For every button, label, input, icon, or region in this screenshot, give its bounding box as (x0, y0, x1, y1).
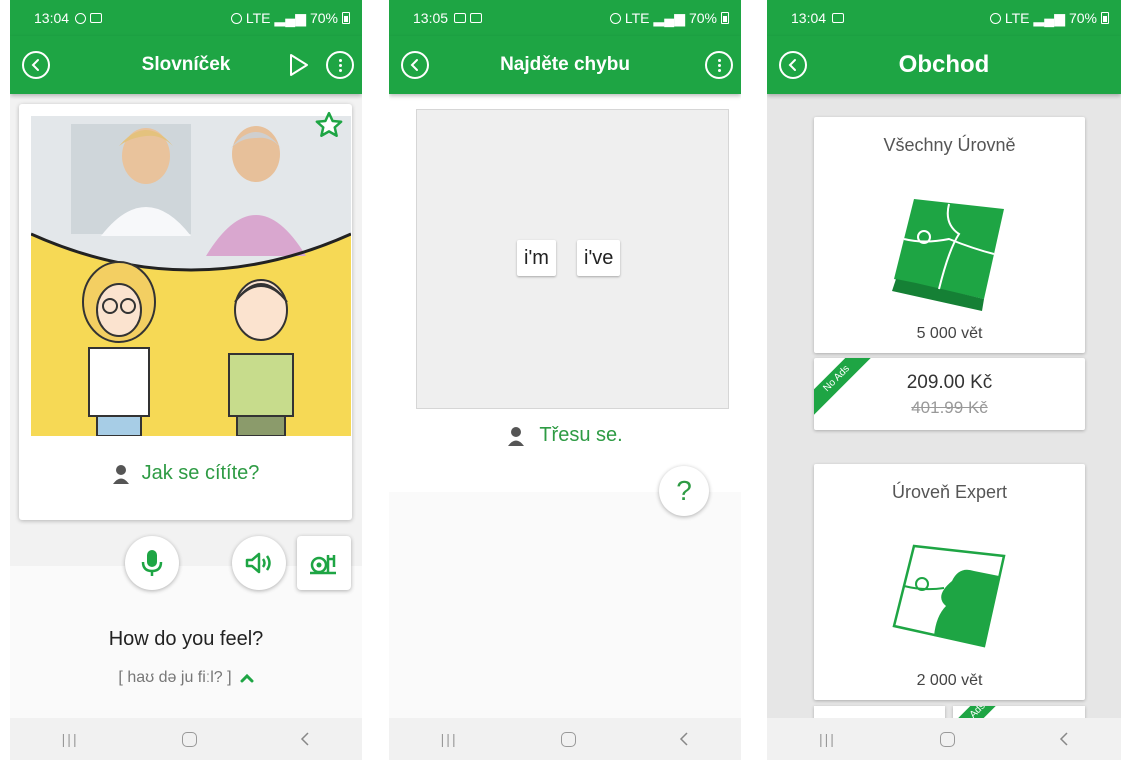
more-options-button[interactable] (705, 51, 733, 79)
product-sentence-count: 2 000 vět (916, 672, 983, 689)
app-bar: Najděte chybu (389, 36, 741, 94)
product-sentence-count: 5 000 vět (916, 325, 983, 342)
system-nav-bar: ||| (389, 718, 741, 760)
battery-level: 70% (688, 10, 717, 26)
status-bar: 13:04 LTE ▂▄▆ 70% (767, 0, 1121, 36)
chevron-up-icon[interactable] (240, 673, 254, 683)
message-icon (90, 13, 103, 23)
more-options-button[interactable] (326, 51, 354, 79)
puzzle-full-icon (892, 199, 1004, 311)
page-title: Obchod (898, 51, 990, 78)
recent-apps-button[interactable]: ||| (62, 731, 79, 747)
system-nav-bar: ||| (10, 718, 362, 760)
speaker-icon (245, 552, 271, 574)
play-button[interactable] (288, 53, 310, 77)
pronunciation-text: [ haʊ də ju fiːl? ] (118, 669, 232, 686)
recent-apps-button[interactable]: ||| (441, 731, 458, 747)
home-button[interactable] (181, 731, 197, 747)
answer-box[interactable] (416, 109, 729, 409)
back-button[interactable] (401, 51, 429, 79)
battery-icon (342, 12, 350, 24)
notification-icon (75, 12, 87, 24)
phone-screen-dictionary: 13:04 LTE ▂▄▆ 70% Slovníček Jak se cítít… (10, 0, 362, 760)
back-nav-icon[interactable] (1059, 732, 1069, 746)
phone-screen-shop: 13:04 LTE ▂▄▆ 70% Obchod Všechny Úrovně (767, 0, 1121, 760)
product-card-expert[interactable]: Úroveň Expert 2 000 vět (814, 464, 1085, 700)
hint-button[interactable]: ? (659, 466, 709, 516)
home-button[interactable] (939, 731, 955, 747)
network-type: LTE (624, 10, 650, 26)
message-icon (470, 13, 483, 23)
product-name: Úroveň Expert (891, 482, 1008, 502)
back-icon (788, 59, 796, 71)
alarm-icon (989, 12, 1001, 24)
sentence-row: Třesu se. (389, 424, 741, 447)
network-type: LTE (245, 10, 271, 26)
star-icon (315, 111, 343, 137)
status-time: 13:04 (791, 10, 827, 26)
gallery-icon (454, 13, 467, 23)
price-card[interactable]: No Ads 209.00 Kč 401.99 Kč (814, 358, 1085, 430)
back-icon (410, 59, 418, 71)
phone-screen-find-error: 13:05 LTE ▂▄▆ 70% Najděte chybu i'm i've… (389, 0, 741, 760)
price-current: 209.00 Kč (906, 372, 993, 393)
screens: 13:04 LTE ▂▄▆ 70% Slovníček Jak se cítít… (0, 0, 1121, 760)
back-nav-icon[interactable] (300, 732, 310, 746)
alarm-icon (230, 12, 242, 24)
message-icon (832, 13, 845, 23)
more-icon (338, 58, 342, 72)
app-bar: Slovníček (10, 36, 362, 94)
status-bar: 13:05 LTE ▂▄▆ 70% (389, 0, 741, 36)
phrase-text: Jak se cítíte? (141, 462, 260, 484)
speaker-person-icon (112, 464, 129, 484)
status-time: 13:04 (34, 10, 70, 26)
battery-icon (721, 12, 729, 24)
translation-text: How do you feel? (108, 628, 264, 650)
doctor-patient-image (31, 116, 351, 436)
pronunciation-row: [ haʊ də ju fiːl? ] (10, 669, 362, 687)
record-button[interactable] (125, 536, 179, 590)
signal-icon: ▂▄▆ (274, 9, 306, 26)
speaker-person-icon (508, 426, 525, 446)
battery-icon (1101, 12, 1109, 24)
microphone-icon (141, 550, 163, 576)
puzzle-partial-icon (892, 544, 1006, 648)
phrase-illustration (31, 116, 351, 436)
play-icon (290, 54, 308, 76)
listen-button[interactable] (232, 536, 286, 590)
back-icon (31, 59, 39, 71)
product-card-all-levels[interactable]: Všechny Úrovně 5 000 vět (814, 117, 1085, 353)
sentence-text: Třesu se. (539, 424, 623, 446)
status-bar: 13:04 LTE ▂▄▆ 70% (10, 0, 362, 36)
signal-icon: ▂▄▆ (653, 9, 685, 26)
status-time: 13:05 (413, 10, 449, 26)
back-nav-icon[interactable] (679, 732, 689, 746)
home-button[interactable] (560, 731, 576, 747)
slow-playback-icon (310, 555, 336, 575)
phrase-card: Jak se cítíte? (19, 104, 352, 520)
network-type: LTE (1004, 10, 1030, 26)
favorite-button[interactable] (314, 110, 344, 145)
recent-apps-button[interactable]: ||| (819, 731, 836, 747)
alarm-icon (609, 12, 621, 24)
page-title: Najděte chybu (500, 54, 630, 75)
word-chip[interactable]: i'm (517, 240, 556, 276)
battery-level: 70% (309, 10, 338, 26)
back-button[interactable] (779, 51, 807, 79)
word-chip[interactable]: i've (577, 240, 621, 276)
product-name: Všechny Úrovně (883, 135, 1016, 155)
slow-listen-button[interactable] (297, 536, 351, 590)
signal-icon: ▂▄▆ (1033, 9, 1065, 26)
app-bar: Obchod (767, 36, 1121, 94)
more-icon (717, 58, 721, 72)
battery-level: 70% (1068, 10, 1097, 26)
back-button[interactable] (22, 51, 50, 79)
phrase-row: Jak se cítíte? (19, 462, 352, 485)
system-nav-bar: ||| (767, 718, 1121, 760)
price-original: 401.99 Kč (911, 398, 988, 417)
